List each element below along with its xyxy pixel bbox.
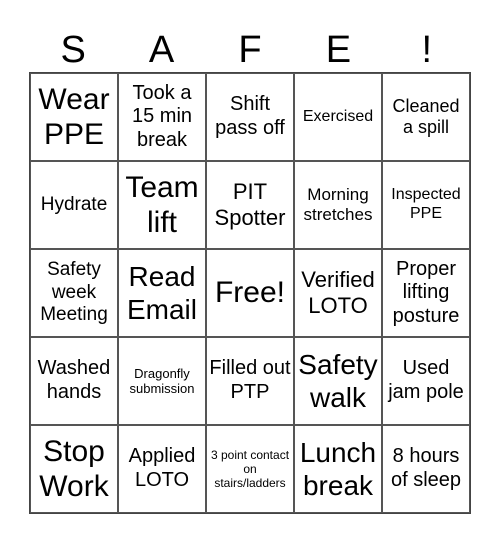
cell-label: Filled out PTP	[209, 357, 291, 403]
cell-label: Morning stretches	[303, 184, 373, 224]
cell-label: Took a 15 min break	[131, 81, 193, 151]
bingo-cell[interactable]: PIT Spotter	[206, 161, 294, 249]
cell-label: Safety week Meeting	[40, 259, 108, 326]
cell-label: Shift pass off	[215, 93, 285, 139]
bingo-cell[interactable]: Used jam pole	[382, 337, 470, 425]
header-letter: E	[325, 29, 352, 71]
bingo-cell[interactable]: Team lift	[118, 161, 206, 249]
bingo-cell[interactable]: Safety walk	[294, 337, 382, 425]
cell-label: Inspected PPE	[391, 186, 461, 222]
bingo-cell[interactable]: Took a 15 min break	[118, 73, 206, 161]
cell-label: 8 hours of sleep	[390, 445, 462, 491]
cell-label: Read Email	[126, 260, 197, 325]
bingo-cell[interactable]: Inspected PPE	[382, 161, 470, 249]
cell-label: Washed hands	[37, 357, 111, 403]
bingo-cell[interactable]: Stop Work	[30, 425, 118, 513]
bingo-cell[interactable]: Morning stretches	[294, 161, 382, 249]
bingo-cell[interactable]: Cleaned a spill	[382, 73, 470, 161]
bingo-cell[interactable]: Shift pass off	[206, 73, 294, 161]
bingo-cell[interactable]: 3 point contact on stairs/ladders	[206, 425, 294, 513]
header-letter: F	[238, 29, 262, 71]
bingo-cell[interactable]: Filled out PTP	[206, 337, 294, 425]
cell-label: Lunch break	[299, 436, 377, 501]
bingo-cell[interactable]: Hydrate	[30, 161, 118, 249]
cell-label: Exercised	[302, 107, 374, 125]
bingo-cell[interactable]: Wear PPE	[30, 73, 118, 161]
cell-label: Dragonfly submission	[129, 365, 195, 396]
bingo-cell[interactable]: Read Email	[118, 249, 206, 337]
bingo-cell[interactable]: Proper lifting posture	[382, 249, 470, 337]
bingo-cell[interactable]: Exercised	[294, 73, 382, 161]
cell-label: Proper lifting posture	[392, 257, 460, 327]
cell-label: Safety walk	[298, 348, 378, 413]
cell-label: Stop Work	[39, 434, 109, 503]
bingo-cell[interactable]: Washed hands	[30, 337, 118, 425]
cell-label: Hydrate	[40, 193, 108, 215]
cell-label: Cleaned a spill	[392, 95, 460, 137]
cell-label: 3 point contact on stairs/ladders	[210, 447, 290, 491]
bingo-cell[interactable]: Lunch break	[294, 425, 382, 513]
bingo-header: S A F E !	[29, 28, 471, 72]
header-letter: !	[421, 29, 433, 71]
bingo-grid: Wear PPE Took a 15 min break Shift pass of…	[29, 72, 471, 514]
cell-label: Wear PPE	[38, 82, 110, 151]
bingo-cell[interactable]: Safety week Meeting	[30, 249, 118, 337]
bingo-cell[interactable]: 8 hours of sleep	[382, 425, 470, 513]
cell-label: Free!	[214, 276, 286, 310]
cell-label: Used jam pole	[388, 357, 464, 403]
bingo-cell[interactable]: Verified LOTO	[294, 249, 382, 337]
header-letter: S	[60, 29, 86, 71]
bingo-cell[interactable]: Dragonfly submission	[118, 337, 206, 425]
cell-label: Team lift	[125, 170, 199, 239]
cell-label: PIT Spotter	[214, 179, 286, 230]
bingo-cell[interactable]: Applied LOTO	[118, 425, 206, 513]
header-letter: A	[148, 29, 175, 71]
free-space-cell[interactable]: Free!	[206, 249, 294, 337]
cell-label: Applied LOTO	[128, 445, 196, 491]
cell-label: Verified LOTO	[301, 267, 375, 318]
